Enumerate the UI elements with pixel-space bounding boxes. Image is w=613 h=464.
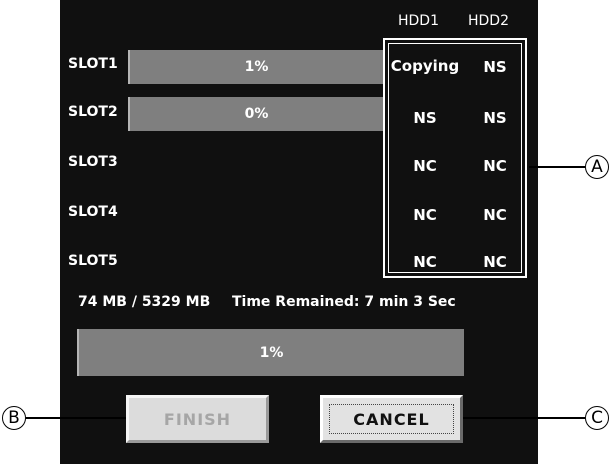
slot5-label: SLOT5	[68, 253, 118, 269]
slot3-hdd2-status: NC	[483, 157, 507, 175]
finish-button[interactable]: FINISH	[126, 395, 269, 443]
callout-c-leader-line	[463, 417, 585, 419]
slot3-label: SLOT3	[68, 154, 118, 170]
slot4-hdd1-status: NC	[413, 206, 437, 224]
callout-b-leader-line	[26, 417, 126, 419]
callout-a-marker: A	[585, 155, 609, 179]
data-size-status: 74 MB / 5329 MB	[78, 294, 211, 310]
slot2-hdd2-status: NS	[483, 109, 507, 127]
callout-c-marker: C	[585, 406, 609, 430]
callout-a-leader-line	[529, 166, 585, 168]
slot1-progress-text: 1%	[244, 59, 269, 75]
slot2-progress-text: 0%	[244, 106, 269, 122]
callout-b-marker: B	[2, 406, 26, 430]
cancel-button[interactable]: CANCEL	[320, 395, 463, 443]
slot1-hdd2-status: NS	[483, 58, 507, 76]
slot4-label: SLOT4	[68, 204, 118, 220]
overall-progress-bar: 1%	[77, 329, 464, 376]
cancel-button-label: CANCEL	[353, 409, 430, 429]
hdd-status-box: Copying NS NS NS NC NC NC NC NC NC	[383, 38, 527, 278]
slot5-hdd2-status: NC	[483, 253, 507, 271]
slot2-hdd1-status: NS	[413, 109, 437, 127]
header-hdd1: HDD1	[398, 13, 439, 29]
header-hdd2: HDD2	[468, 13, 509, 29]
time-remaining-status: Time Remained: 7 min 3 Sec	[232, 294, 456, 310]
copy-progress-screen: HDD1 HDD2 SLOT1 SLOT2 SLOT3 SLOT4 SLOT5 …	[60, 0, 538, 464]
slot1-hdd1-status: Copying	[390, 57, 460, 75]
slot1-label: SLOT1	[68, 56, 118, 72]
overall-progress-text: 1%	[259, 344, 284, 361]
slot4-hdd2-status: NC	[483, 206, 507, 224]
slot1-progress-bar: 1%	[128, 50, 383, 84]
slot5-hdd1-status: NC	[413, 253, 437, 271]
slot3-hdd1-status: NC	[413, 157, 437, 175]
slot2-label: SLOT2	[68, 104, 118, 120]
slot2-progress-bar: 0%	[128, 97, 383, 131]
